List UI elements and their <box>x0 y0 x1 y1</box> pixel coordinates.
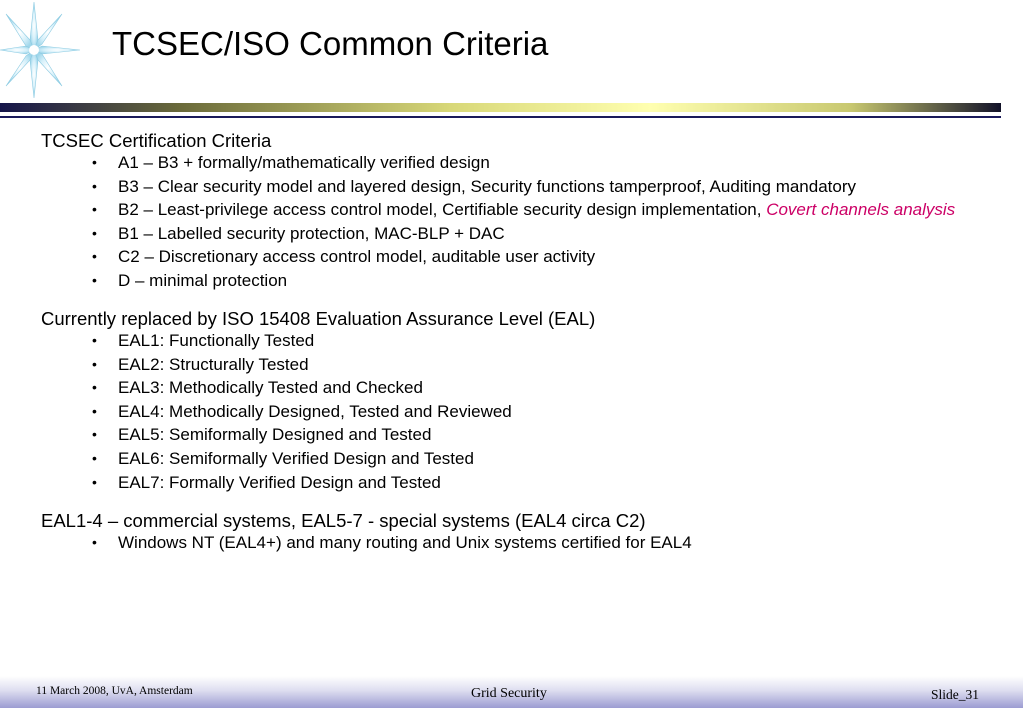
list-item: • EAL5: Semiformally Designed and Tested <box>92 425 432 445</box>
bullet-dot-icon: • <box>92 355 97 372</box>
bullet-dot-icon: • <box>92 224 97 241</box>
bullet-dot-icon: • <box>92 201 97 218</box>
header-gradient-band <box>0 103 1001 112</box>
section-iso15408: Currently replaced by ISO 15408 Evaluati… <box>41 307 1001 492</box>
list-item: • A1 – B3 + formally/mathematically verif… <box>92 153 490 172</box>
bullet-dot-icon: • <box>92 449 97 466</box>
slide-number: Slide_31 <box>931 687 980 702</box>
section-heading: TCSEC Certification Criteria <box>41 130 272 151</box>
star-burst-icon <box>0 1 81 99</box>
list-item: • EAL7: Formally Verified Design and Test… <box>92 472 441 492</box>
list-item: • EAL3: Methodically Tested and Checked <box>92 378 423 398</box>
bullet-list: • Windows NT (EAL4+) and many routing and… <box>41 533 1001 552</box>
list-item: • EAL4: Methodically Designed, Tested and… <box>92 401 512 421</box>
slide-content: TCSEC Certification Criteria • A1 – B3 + … <box>41 129 1001 556</box>
list-item: • D – minimal protection <box>92 270 288 290</box>
bullet-dot-icon: • <box>92 379 97 396</box>
footer-date-location: 11 March 2008, UvA, Amsterdam <box>36 685 193 697</box>
list-item: • B2 – Least-privilege access control mod… <box>92 200 956 220</box>
section-heading: Currently replaced by ISO 15408 Evaluati… <box>41 307 596 329</box>
section-heading: EAL1-4 – commercial systems, EAL5-7 - sp… <box>41 509 646 531</box>
header-rule <box>0 116 1001 118</box>
list-item: • EAL6: Semiformally Verified Design and … <box>92 448 474 468</box>
list-item: • C2 – Discretionary access control model… <box>92 247 596 267</box>
bullet-dot-icon: • <box>92 248 97 265</box>
slide-title: TCSEC/ISO Common Criteria <box>112 25 549 62</box>
bullet-dot-icon: • <box>92 533 97 550</box>
bullet-dot-icon: • <box>92 473 97 490</box>
bullet-dot-icon: • <box>92 331 97 348</box>
bullet-dot-icon: • <box>92 154 97 170</box>
covert-channels-emphasis: Covert channels analysis <box>766 200 956 220</box>
bullet-dot-icon: • <box>92 426 97 443</box>
section-tcsec: TCSEC Certification Criteria • A1 – B3 + … <box>41 129 1001 290</box>
bullet-dot-icon: • <box>92 177 97 194</box>
bullet-list: • EAL1: Functionally Tested • EAL2: Struct… <box>41 331 1001 492</box>
bullet-dot-icon: • <box>92 402 97 419</box>
section-eal-summary: EAL1-4 – commercial systems, EAL5-7 - sp… <box>41 509 1001 552</box>
list-item: • Windows NT (EAL4+) and many routing and… <box>92 532 692 552</box>
footer-title: Grid Security <box>471 686 547 701</box>
list-item: • EAL1: Functionally Tested <box>92 330 315 350</box>
list-item: • B3 – Clear security model and layered d… <box>92 176 857 196</box>
list-item: • EAL2: Structurally Tested <box>92 354 309 374</box>
bullet-list: • A1 – B3 + formally/mathematically verif… <box>41 153 1001 290</box>
bullet-dot-icon: • <box>92 271 97 288</box>
list-item: • B1 – Labelled security protection, MAC-… <box>92 223 505 243</box>
